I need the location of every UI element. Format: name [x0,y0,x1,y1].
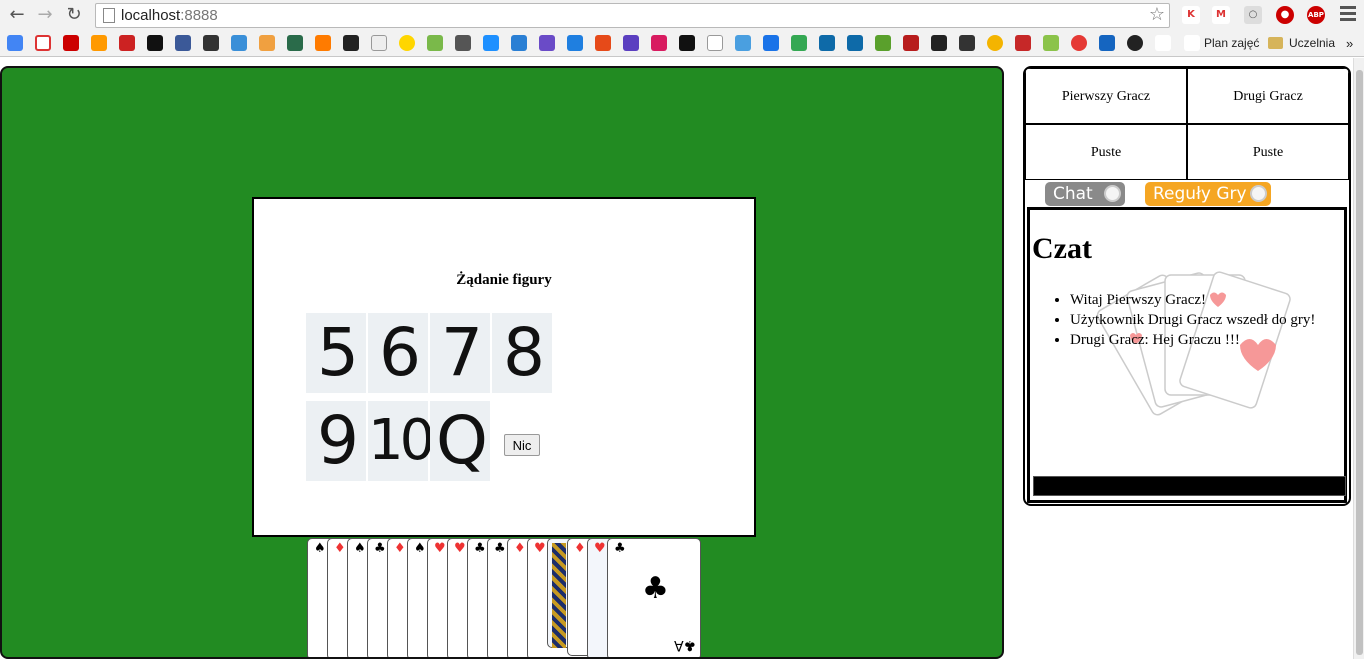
chat-message: Użytkownik Drugi Gracz wszedł do gry! [1070,310,1315,330]
bookmark-icon-22[interactable] [595,35,611,51]
bookmark-icon-9[interactable] [231,35,247,51]
back-arrow-icon[interactable]: ← [6,4,28,26]
chat-tab-button[interactable]: Chat [1045,182,1125,206]
address-bar[interactable]: localhost:8888 ☆ [95,3,1170,28]
chat-tab-label: Chat [1053,184,1093,204]
bookmark-icon-5[interactable] [119,35,135,51]
bookmark-amazon-icon[interactable] [91,35,107,51]
bookmark-icon-36[interactable] [987,35,1003,51]
bookmark-icon-40[interactable] [1099,35,1115,51]
chat-input[interactable] [1033,476,1346,496]
bookmark-translate-icon[interactable] [567,35,583,51]
rules-tab-button[interactable]: Reguły Gry [1145,182,1271,206]
bookmark-icon-19[interactable] [511,35,527,51]
bookmark-github-icon[interactable] [1127,35,1143,51]
bookmark-icon-18[interactable] [483,35,499,51]
rank-option[interactable]: 6 [368,313,428,393]
adblock-icon[interactable]: ABP [1307,6,1325,24]
bookmark-play-icon[interactable] [791,35,807,51]
bookmark-folder-label[interactable]: Uczelnia [1289,36,1335,50]
page-scrollbar[interactable] [1353,58,1364,659]
players-panel: Pierwszy Gracz Drugi Gracz Puste Puste C… [1023,66,1351,506]
rank-option[interactable]: 5 [306,313,366,393]
rank-option[interactable]: 9 [306,401,366,481]
rank-option[interactable]: 8 [492,313,552,393]
bookmark-icon-31[interactable] [847,35,863,51]
bookmark-icon-35[interactable] [959,35,975,51]
second-player-name: Drugi Gracz [1187,68,1349,124]
bookmark-star-icon[interactable]: ☆ [1149,4,1165,25]
club-corner-icon: ♣A [673,637,696,653]
bookmark-icon-38[interactable] [1043,35,1059,51]
rules-tab-label: Reguły Gry [1153,184,1247,204]
extension-icon-1[interactable]: K [1182,6,1200,24]
player-hand: ♠ ♦ ♠ ♣ ♦ ♠ ♥ ♥ ♣ ♣ ♦ ♥ ♦ ♥ ♣ ♣ ♣A [307,538,707,657]
hand-card[interactable]: ♣ ♣ ♣A [607,538,701,657]
globe-icon [1250,185,1267,202]
rank-request-dialog: Żądanie figury 5 6 7 8 9 10 Q Nic [252,197,756,537]
bookmark-icon-32[interactable] [875,35,891,51]
forward-arrow-icon[interactable]: → [34,4,56,26]
bookmark-icon-39[interactable] [1071,35,1087,51]
bookmark-icon-30[interactable] [819,35,835,51]
bookmark-inf-icon[interactable] [1155,35,1171,51]
folder-icon [1268,37,1283,49]
bookmark-icon-11[interactable] [287,35,303,51]
bookmark-icon-6[interactable] [147,35,163,51]
dialog-title: Żądanie figury [456,272,552,288]
url-text: localhost:8888 [121,7,218,24]
chat-message: Drugi Gracz: Hej Graczu !!! [1070,330,1315,350]
gmail-icon[interactable]: M [1212,6,1230,24]
stop-ext-icon[interactable]: ● [1276,6,1294,24]
bookmarks-bar: Plan zajęć Uczelnia » [0,31,1364,57]
bookmark-google-icon[interactable] [7,35,23,51]
browser-toolbar: ← → ↻ localhost:8888 ☆ K M ○ ● ABP [0,0,1364,31]
bookmark-icon-27[interactable] [735,35,751,51]
first-player-name: Pierwszy Gracz [1025,68,1187,124]
bookmark-plan-label[interactable]: Plan zajęć [1204,36,1259,50]
menu-icon[interactable] [1340,6,1356,22]
bookmark-smiley-icon[interactable] [399,35,415,51]
chat-box: Czat Witaj Pierwszy Gracz! Użytkownik Dr… [1027,207,1347,503]
first-player-status: Puste [1025,124,1187,180]
bookmark-wiki-icon[interactable] [371,35,387,51]
chat-heading: Czat [1032,232,1092,265]
globe-icon [1104,185,1121,202]
chat-message: Witaj Pierwszy Gracz! [1070,290,1315,310]
reload-icon[interactable]: ↻ [63,4,85,26]
bookmark-icon-13[interactable] [343,35,359,51]
bookmark-icon-33[interactable] [903,35,919,51]
rank-option[interactable]: Q [430,401,490,481]
second-player-status: Puste [1187,124,1349,180]
club-icon: ♣ [642,571,669,606]
bookmark-icon-24[interactable] [651,35,667,51]
bookmark-icon-37[interactable] [1015,35,1031,51]
bookmark-xda-icon[interactable] [931,35,947,51]
bookmark-icon-8[interactable] [203,35,219,51]
rank-option[interactable]: 10 [368,401,435,481]
bookmark-page-icon[interactable] [707,35,723,51]
bookmark-icon-16[interactable] [427,35,443,51]
scrollbar-thumb[interactable] [1356,70,1363,655]
bookmark-icon-28[interactable] [763,35,779,51]
bookmark-facebook-icon[interactable] [175,35,191,51]
bookmark-orange-icon[interactable] [315,35,331,51]
bookmark-youtube-icon[interactable] [63,35,79,51]
chat-messages: Witaj Pierwszy Gracz! Użytkownik Drugi G… [1070,290,1315,350]
bookmark-icon-25[interactable] [679,35,695,51]
search-ext-icon[interactable]: ○ [1244,6,1262,24]
bookmark-icon-23[interactable] [623,35,639,51]
rank-option[interactable]: 7 [430,313,490,393]
nic-button[interactable]: Nic [504,434,540,456]
url-port: :8888 [180,7,218,24]
page-icon [103,8,115,23]
bookmark-icon-20[interactable] [539,35,555,51]
url-host: localhost [121,7,181,24]
bookmark-icon-10[interactable] [259,35,275,51]
bookmark-plan-icon[interactable] [1184,35,1200,51]
bookmark-gmail-icon[interactable] [35,35,51,51]
bookmark-icon-17[interactable] [455,35,471,51]
bookmarks-overflow[interactable]: » [1346,36,1353,51]
